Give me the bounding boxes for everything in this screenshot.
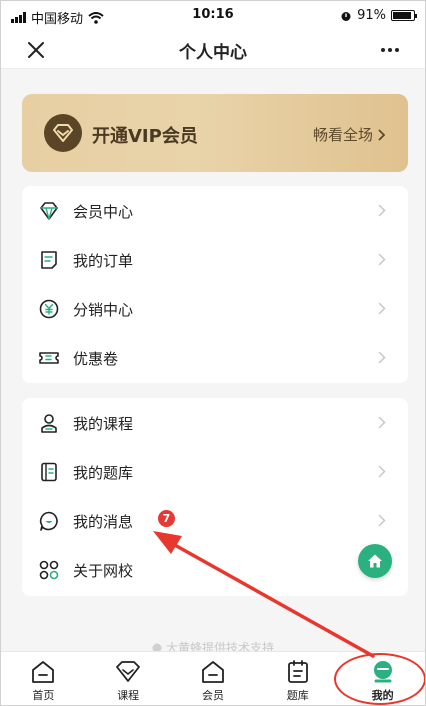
annotation-highlight-ellipse	[334, 653, 425, 705]
tab-label: 课程	[117, 689, 140, 702]
alarm-icon	[341, 11, 351, 21]
tab-label: 首页	[32, 689, 55, 702]
vip-title: 开通VIP会员	[92, 126, 198, 147]
menu-item-my-orders[interactable]: 我的订单	[22, 235, 408, 284]
tab-label: 会员	[201, 689, 224, 702]
tab-question-bank[interactable]: 题库	[255, 652, 340, 705]
menu-group-account: 会员中心 我的订单 分销中心 优惠卷	[22, 186, 408, 383]
menu-group-learning: 我的课程 我的题库 我的消息 7 关于网校	[22, 398, 408, 596]
apps-icon	[39, 560, 59, 580]
course-icon	[41, 414, 57, 433]
home-tab-icon	[32, 661, 55, 683]
vip-action[interactable]: 畅看全场	[313, 124, 386, 145]
menu-label: 我的订单	[73, 252, 134, 270]
course-tab-icon	[116, 661, 141, 682]
menu-item-my-courses[interactable]: 我的课程	[22, 398, 408, 447]
chevron-right-icon	[378, 253, 386, 266]
home-icon	[368, 554, 382, 568]
app-frame: 中国移动 10:16 91% 个人中心 开通VIP会员 畅看全场 会员中心 我的…	[0, 0, 426, 706]
status-bar: 中国移动 10:16 91%	[1, 1, 425, 31]
order-icon	[41, 251, 57, 269]
page-title: 个人中心	[179, 43, 247, 63]
menu-item-my-question-bank[interactable]: 我的题库	[22, 447, 408, 496]
menu-item-about[interactable]: 关于网校	[22, 545, 408, 594]
vip-badge-icon	[44, 114, 82, 152]
chevron-right-icon	[378, 465, 386, 478]
chevron-right-icon	[378, 351, 386, 364]
question-bank-icon	[41, 462, 57, 482]
menu-item-member-center[interactable]: 会员中心	[22, 186, 408, 235]
menu-label: 我的题库	[73, 464, 134, 482]
menu-item-my-messages[interactable]: 我的消息 7	[22, 496, 408, 545]
message-icon	[39, 511, 58, 531]
battery-percent: 91%	[357, 8, 386, 23]
battery-fill	[393, 12, 412, 19]
close-icon[interactable]	[23, 37, 49, 63]
vip-card[interactable]: 开通VIP会员 畅看全场	[22, 94, 408, 172]
menu-label: 分销中心	[73, 301, 134, 319]
vip-action-label: 畅看全场	[312, 126, 373, 144]
menu-label: 我的课程	[73, 415, 134, 433]
coupon-icon	[39, 352, 59, 364]
status-right: 91%	[340, 8, 417, 23]
battery-icon	[391, 10, 417, 21]
tab-home[interactable]: 首页	[1, 652, 86, 705]
chevron-right-icon	[378, 204, 386, 217]
chevron-right-icon	[378, 416, 386, 429]
menu-label: 优惠卷	[73, 350, 119, 368]
tab-label: 题库	[286, 689, 309, 702]
member-tab-icon	[202, 661, 224, 683]
chevron-right-icon	[378, 514, 386, 527]
diamond-icon	[40, 202, 58, 220]
tab-courses[interactable]: 课程	[86, 652, 171, 705]
chevron-right-icon	[378, 302, 386, 315]
nav-bar: 个人中心	[1, 31, 425, 69]
unread-badge: 7	[158, 510, 175, 527]
menu-label: 会员中心	[73, 203, 134, 221]
tab-member[interactable]: 会员	[171, 652, 256, 705]
chevron-right-icon	[378, 129, 386, 140]
menu-label: 我的消息	[73, 513, 134, 531]
yen-icon	[39, 299, 59, 319]
menu-item-coupons[interactable]: 优惠卷	[22, 333, 408, 382]
more-icon[interactable]	[377, 37, 403, 63]
question-bank-tab-icon	[287, 660, 308, 683]
menu-item-distribution[interactable]: 分销中心	[22, 284, 408, 333]
menu-label: 关于网校	[73, 562, 134, 580]
floating-home-button[interactable]	[358, 544, 392, 578]
